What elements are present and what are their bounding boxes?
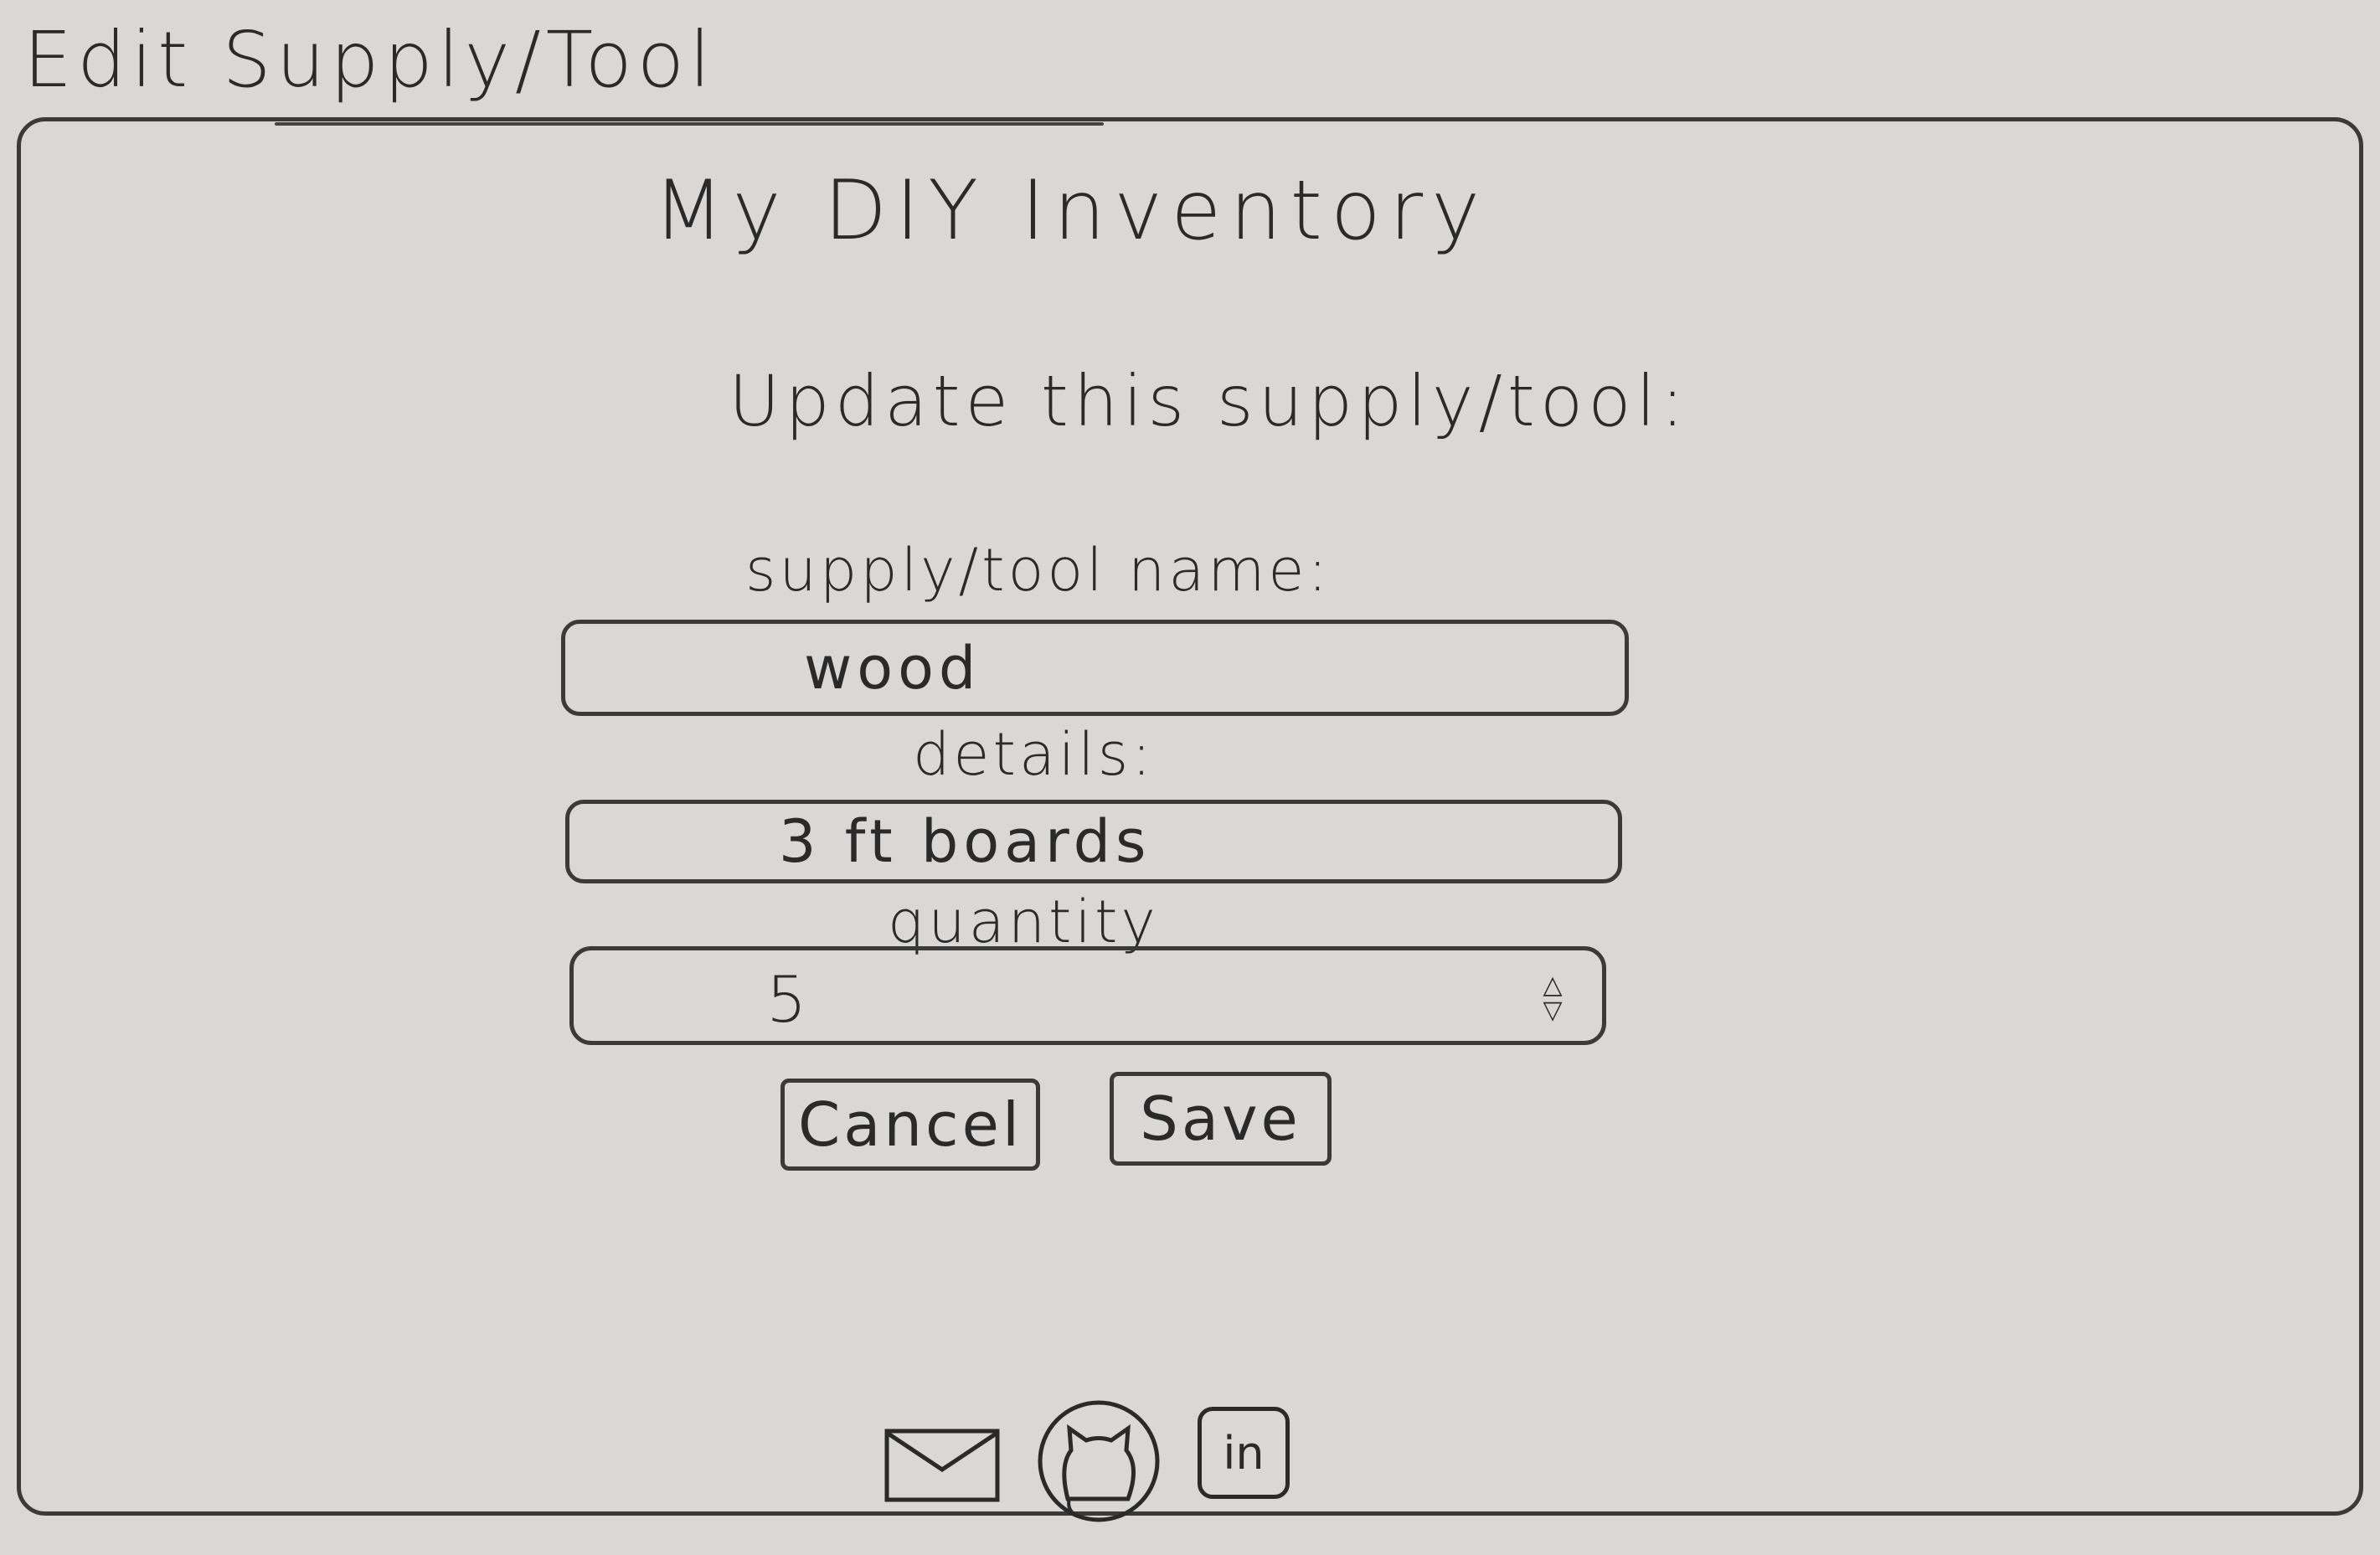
form-prompt: Update this supply/tool: xyxy=(729,360,1690,442)
github-icon[interactable] xyxy=(1036,1398,1162,1524)
quantity-value: 5 xyxy=(766,962,807,1037)
linkedin-icon-text: in xyxy=(1223,1426,1265,1480)
details-input[interactable] xyxy=(565,800,1622,883)
cancel-button[interactable]: Cancel xyxy=(780,1079,1040,1171)
name-label: supply/tool name: xyxy=(745,536,1332,605)
mail-icon[interactable] xyxy=(883,1428,1001,1503)
details-label: details: xyxy=(913,720,1155,789)
linkedin-icon[interactable]: in xyxy=(1198,1407,1290,1499)
stepper-arrows[interactable]: △ ▽ xyxy=(1532,969,1574,1027)
quantity-stepper[interactable]: 5 △ ▽ xyxy=(569,946,1606,1045)
sheet-title-text: Edit Supply/Tool xyxy=(23,15,716,105)
sheet-title: Edit Supply/Tool xyxy=(23,15,1104,126)
chevron-up-icon[interactable]: △ xyxy=(1543,973,1562,998)
chevron-down-icon[interactable]: ▽ xyxy=(1543,998,1562,1023)
name-input[interactable] xyxy=(561,620,1629,716)
app-title: My DIY Inventory xyxy=(653,163,1489,259)
wireframe-paper: Edit Supply/Tool My DIY Inventory Update… xyxy=(0,0,2380,1555)
save-button[interactable]: Save xyxy=(1110,1072,1332,1166)
